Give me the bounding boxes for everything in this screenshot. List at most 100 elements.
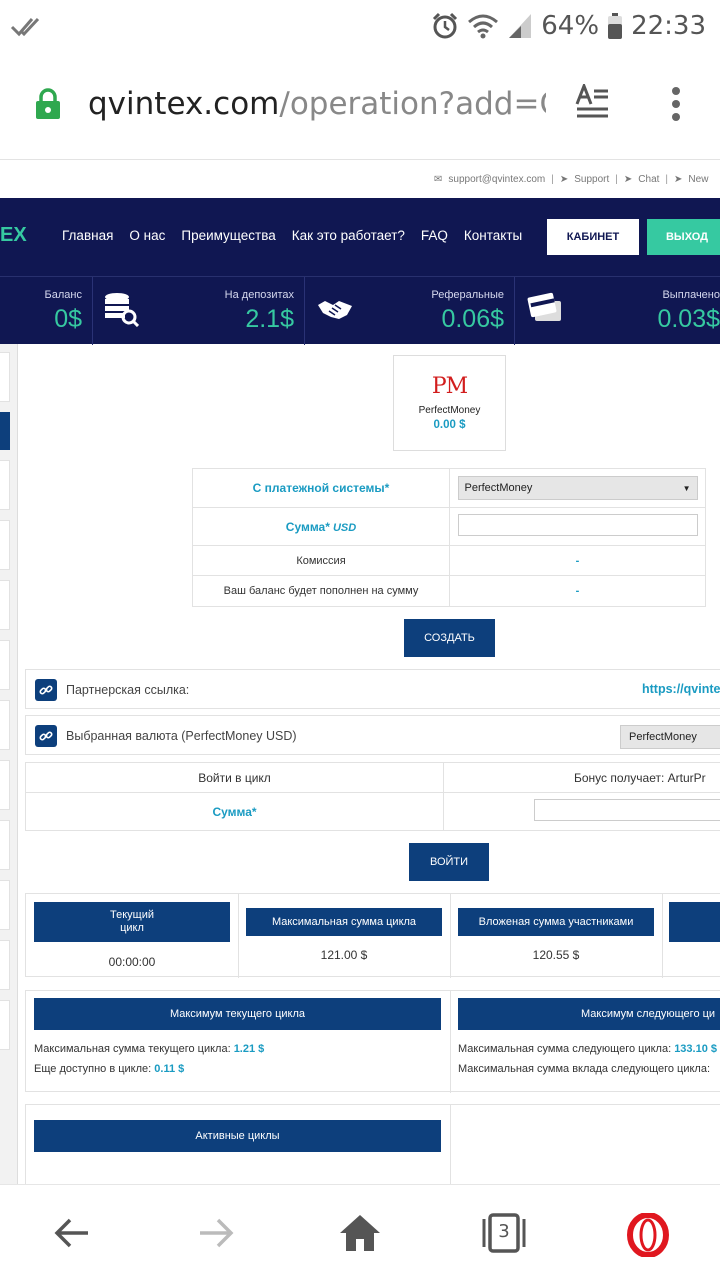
- current-cycle-timer: 00:00:00: [108, 955, 156, 969]
- support-link[interactable]: Support: [574, 174, 609, 185]
- forward-arrow-icon[interactable]: [196, 1213, 236, 1258]
- payment-system-label: С платежной системы*: [252, 481, 390, 495]
- invested-sum-header: Вложеная сумма участниками: [458, 908, 654, 936]
- support-email-link[interactable]: support@qvintex.com: [448, 174, 545, 185]
- partner-link-row: Партнерская ссылка: https://qvinte: [25, 669, 720, 709]
- separator: |: [615, 174, 618, 185]
- sidebar-item[interactable]: [0, 1000, 10, 1050]
- account-stats-bar: Баланс 0$ На депозитах 2.1$ Реферальные …: [0, 276, 720, 345]
- stat-value: 0.03$: [657, 305, 720, 333]
- sidebar-item-active[interactable]: [0, 412, 10, 450]
- web-page: ✉ support@qvintex.com | ➤ Support | ➤ Ch…: [0, 160, 720, 1184]
- nav-contacts[interactable]: Контакты: [464, 228, 522, 243]
- wifi-icon: [467, 12, 499, 40]
- url-host: qvintex.com: [88, 86, 280, 122]
- menu-kebab-icon[interactable]: [668, 86, 684, 127]
- battery-icon: [607, 12, 623, 40]
- nav-about[interactable]: О нас: [129, 228, 165, 243]
- separator: |: [551, 174, 554, 185]
- logout-button[interactable]: ВЫХОД: [647, 219, 720, 255]
- stat-deposits: На депозитах 2.1$: [92, 277, 304, 345]
- news-link[interactable]: New: [688, 174, 708, 185]
- amount-input[interactable]: [457, 514, 698, 536]
- credited-label: Ваш баланс будет пополнен на сумму: [223, 585, 419, 597]
- create-button[interactable]: СОЗДАТЬ: [404, 619, 495, 657]
- payment-system-select[interactable]: PerfectMoney ▼: [457, 476, 698, 500]
- opera-menu-icon[interactable]: [626, 1212, 670, 1262]
- sidebar-item[interactable]: [0, 352, 10, 402]
- chat-link[interactable]: Chat: [638, 174, 659, 185]
- max-cycle-sum-header: Максимальная сумма цикла: [246, 908, 442, 936]
- partner-link-url[interactable]: https://qvinte: [642, 682, 720, 696]
- link-icon: [35, 679, 57, 701]
- enter-cycle-table: Войти в цикл Бонус получает: ArturPr Сум…: [25, 762, 720, 831]
- url-path: /operation?add=CASH: [279, 86, 546, 122]
- nav-how-it-works[interactable]: Как это работает?: [292, 228, 405, 243]
- back-arrow-icon[interactable]: [52, 1213, 92, 1258]
- sidebar-item[interactable]: [0, 520, 10, 570]
- nav-advantages[interactable]: Преимущества: [181, 228, 275, 243]
- telegram-icon: ➤: [559, 174, 569, 185]
- wallet-card-perfectmoney[interactable]: PM PerfectMoney 0.00 $: [393, 355, 506, 451]
- divider: [662, 894, 663, 978]
- cycle-amount-label-cell: Сумма*: [25, 792, 444, 831]
- next-cycle-max-header: Максимум следующего ци: [458, 998, 720, 1030]
- main-navbar: EX Главная О нас Преимущества Как это ра…: [0, 198, 720, 276]
- sidebar-item[interactable]: [0, 700, 10, 750]
- partner-link-label: Партнерская ссылка:: [66, 683, 190, 697]
- card-icon: [527, 291, 563, 332]
- currency-select[interactable]: PerfectMoney: [620, 725, 720, 749]
- cycle-amount-input[interactable]: [534, 799, 720, 821]
- current-cycle-title-1: Текущий: [110, 909, 154, 921]
- wallet-amount: 0.00 $: [433, 419, 466, 431]
- next-stat-header: [669, 902, 720, 942]
- sidebar-item[interactable]: [0, 460, 10, 510]
- cabinet-button[interactable]: КАБИНЕТ: [547, 219, 639, 255]
- current-cycle-header: Текущий цикл: [34, 902, 230, 942]
- divider: [450, 1105, 451, 1184]
- sidebar-item[interactable]: [0, 760, 10, 810]
- enter-cycle-button[interactable]: ВОЙТИ: [409, 843, 489, 881]
- tabs-icon[interactable]: 3: [480, 1213, 528, 1258]
- url-field[interactable]: qvintex.com/operation?add=CASH: [88, 82, 546, 126]
- current-cycle-title-2: цикл: [120, 922, 144, 934]
- mail-icon: ✉: [434, 174, 443, 185]
- perfectmoney-logo: PM: [431, 374, 468, 399]
- stat-value: 2.1$: [245, 305, 294, 333]
- enter-cycle-cell: Войти в цикл: [25, 762, 444, 793]
- telegram-icon: ➤: [674, 174, 683, 185]
- enter-cycle-label: Войти в цикл: [198, 770, 271, 785]
- deposit-form-table: С платежной системы* PerfectMoney ▼ Сумма…: [192, 468, 706, 607]
- reader-mode-icon[interactable]: [574, 81, 610, 125]
- fee-value: -: [575, 554, 580, 567]
- fee-value-cell: -: [449, 545, 706, 576]
- status-bar: 64% 22:33: [0, 0, 720, 52]
- active-cycles-header: Активные циклы: [34, 1120, 441, 1152]
- sidebar-item[interactable]: [0, 940, 10, 990]
- battery-percent: 64%: [541, 11, 600, 41]
- browser-address-bar: qvintex.com/operation?add=CASH: [0, 52, 720, 160]
- double-check-icon: [10, 12, 42, 45]
- stat-label: На депозитах: [224, 289, 294, 301]
- max-cycle-sum-value: 121.00 $: [320, 948, 368, 962]
- available-line: Еще доступно в цикле: 0.11 $: [34, 1063, 184, 1075]
- browser-bottom-nav: 3: [0, 1184, 720, 1280]
- bonus-label: Бонус получает: ArturPr: [574, 770, 706, 785]
- fee-label-cell: Комиссия: [192, 545, 450, 576]
- available-label: Еще доступно в цикле:: [34, 1063, 152, 1075]
- stat-label: Выплачено: [662, 289, 720, 301]
- next-deposit-label: Максимальная сумма вклада следующего цик…: [458, 1063, 711, 1075]
- site-logo[interactable]: EX: [0, 224, 27, 247]
- current-max-line: Максимальная сумма текущего цикла: 1.21 …: [34, 1043, 264, 1055]
- signal-icon: [507, 12, 533, 40]
- sidebar-item[interactable]: [0, 880, 10, 930]
- sidebar-item[interactable]: [0, 580, 10, 630]
- home-icon[interactable]: [338, 1213, 382, 1258]
- stat-label: Реферальные: [431, 289, 504, 301]
- nav-home[interactable]: Главная: [62, 228, 113, 243]
- sidebar-item[interactable]: [0, 640, 10, 690]
- sidebar-item[interactable]: [0, 820, 10, 870]
- nav-faq[interactable]: FAQ: [421, 228, 448, 243]
- stat-value: 0$: [54, 305, 82, 333]
- payment-system-label-cell: С платежной системы*: [192, 468, 450, 508]
